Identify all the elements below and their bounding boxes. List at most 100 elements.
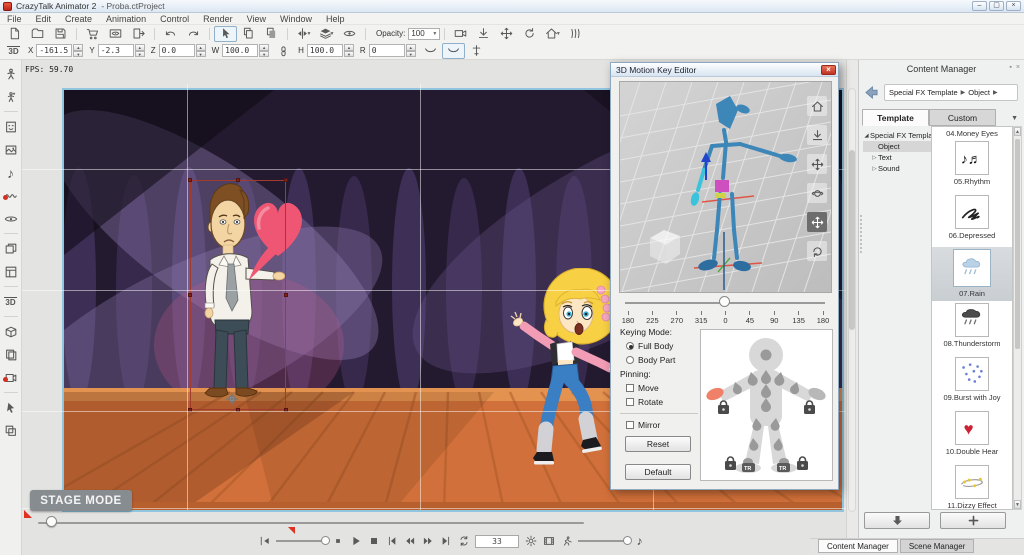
- sidebar-view-3d-button[interactable]: 3D: [2, 293, 20, 310]
- default-button[interactable]: Default: [625, 464, 691, 480]
- scroll-down-icon[interactable]: ▼: [1014, 500, 1021, 509]
- timeline-handle[interactable]: [46, 516, 57, 527]
- sidebar-motion-button[interactable]: [2, 88, 20, 105]
- sidebar-render-video-button[interactable]: [2, 369, 20, 386]
- tree-item-text[interactable]: ▷ Text: [863, 152, 931, 163]
- menu-view[interactable]: View: [240, 14, 273, 24]
- transform-x-field[interactable]: -161.5: [36, 44, 73, 57]
- tree-item-sound[interactable]: ▷ Sound: [863, 163, 931, 174]
- selection-handle[interactable]: [188, 178, 192, 182]
- anchor-down-button[interactable]: [472, 26, 495, 42]
- selection-handle[interactable]: [284, 293, 288, 297]
- skip-start-button[interactable]: [385, 534, 398, 548]
- breadcrumb-item[interactable]: Special FX Template: [889, 88, 958, 97]
- tab-template[interactable]: Template: [862, 109, 929, 126]
- curve-button[interactable]: [419, 43, 442, 59]
- spin-down-icon[interactable]: ▼: [195, 50, 206, 57]
- sidebar-face-button[interactable]: [2, 118, 20, 135]
- sidebar-composer-button[interactable]: [2, 263, 20, 280]
- download-button[interactable]: [864, 512, 930, 529]
- pin-panel-icon[interactable]: ▪: [1009, 64, 1011, 71]
- new-file-button[interactable]: [3, 26, 26, 42]
- viewport-rotate-ccw-button[interactable]: [807, 241, 827, 261]
- loop-button[interactable]: [457, 534, 470, 548]
- tree-item-object[interactable]: Object: [863, 141, 931, 152]
- item-thumbnail[interactable]: ♥: [955, 411, 989, 445]
- menu-file[interactable]: File: [0, 14, 29, 24]
- selection-handle[interactable]: [236, 178, 240, 182]
- cart-button[interactable]: [81, 26, 104, 42]
- menu-edit[interactable]: Edit: [29, 14, 59, 24]
- viewport-home-button[interactable]: [807, 96, 827, 116]
- sidebar-audio-record-button[interactable]: [2, 187, 20, 204]
- stage-preview-button[interactable]: [104, 26, 127, 42]
- motion-3d-viewport[interactable]: [619, 81, 832, 293]
- selection-handle[interactable]: [284, 408, 288, 412]
- transform-w-field[interactable]: 100.0: [222, 44, 259, 57]
- layers-button[interactable]: ▼: [315, 26, 338, 42]
- transform-z-field[interactable]: 0.0: [158, 44, 195, 57]
- sidebar-prop-button[interactable]: [2, 323, 20, 340]
- speed-slider-handle[interactable]: [321, 536, 330, 545]
- close-panel-icon[interactable]: ×: [1016, 64, 1020, 71]
- list-scrollbar[interactable]: ▲ ▼: [1013, 126, 1022, 510]
- undo-button[interactable]: [159, 26, 182, 42]
- spin-down-icon[interactable]: ▼: [134, 50, 145, 57]
- dialog-close-button[interactable]: ×: [821, 64, 836, 75]
- speed-slider[interactable]: [276, 536, 330, 545]
- camera-button[interactable]: [449, 26, 472, 42]
- link-scale-button[interactable]: [272, 43, 295, 59]
- play-button[interactable]: [349, 534, 362, 548]
- sidebar-duplicate-button[interactable]: [2, 422, 20, 439]
- checkbox-mirror[interactable]: Mirror: [620, 418, 700, 432]
- list-item-10-double-hear[interactable]: ♥ 10.Double Hear: [932, 409, 1012, 463]
- minimize-button[interactable]: –: [972, 1, 987, 11]
- timeline-track[interactable]: [38, 522, 584, 524]
- settings-button[interactable]: [524, 534, 537, 548]
- list-item-clipped[interactable]: 04.Money Eyes: [932, 127, 1012, 139]
- sidebar-image-button[interactable]: [2, 141, 20, 158]
- menu-control[interactable]: Control: [153, 14, 196, 24]
- list-item-11-dizzy-effect[interactable]: 11.Dizzy Effect: [932, 463, 1012, 509]
- bottom-tab-content-manager[interactable]: Content Manager: [818, 539, 898, 553]
- selection-handle[interactable]: [236, 408, 240, 412]
- item-thumbnail[interactable]: [955, 195, 989, 229]
- girl-character[interactable]: [500, 268, 618, 470]
- home-button[interactable]: ▼: [541, 26, 564, 42]
- paste-stack-button[interactable]: [260, 26, 283, 42]
- curtain-button[interactable]: [564, 26, 587, 42]
- menu-render[interactable]: Render: [196, 14, 240, 24]
- viewport-orbit-button[interactable]: [807, 183, 827, 203]
- list-item-08-thunderstorm[interactable]: 08.Thunderstorm: [932, 301, 1012, 355]
- volume-slider[interactable]: [578, 536, 632, 545]
- checkbox-move[interactable]: Move: [620, 381, 700, 395]
- item-thumbnail[interactable]: ♪♬: [955, 141, 989, 175]
- sidebar-actor-button[interactable]: [2, 65, 20, 82]
- workspace-scrollbar-thumb[interactable]: [849, 150, 855, 330]
- fast-forward-button[interactable]: [421, 534, 434, 548]
- motion-trail-button[interactable]: [560, 534, 573, 548]
- opacity-dropdown[interactable]: 100 ▼: [408, 27, 441, 40]
- menu-window[interactable]: Window: [273, 14, 319, 24]
- close-button[interactable]: ×: [1006, 1, 1021, 11]
- radio-body-part[interactable]: Body Part: [620, 353, 700, 367]
- list-item-07-rain[interactable]: 07.Rain: [932, 247, 1012, 301]
- reset-button[interactable]: Reset: [625, 436, 691, 452]
- selection-handle[interactable]: [188, 408, 192, 412]
- export-button[interactable]: [127, 26, 150, 42]
- viewport-anchor-down-button[interactable]: [807, 125, 827, 145]
- spin-down-icon[interactable]: ▼: [259, 50, 270, 57]
- breadcrumb-item[interactable]: Object: [968, 88, 990, 97]
- pivot-transform-button[interactable]: [465, 43, 488, 59]
- viewport-move-active-button[interactable]: [807, 212, 827, 232]
- viewport-move-button[interactable]: [807, 154, 827, 174]
- item-thumbnail[interactable]: [955, 465, 989, 499]
- selection-handle[interactable]: [188, 293, 192, 297]
- list-item-06-depressed[interactable]: 06.Depressed: [932, 193, 1012, 247]
- frame-number-field[interactable]: 33: [475, 534, 519, 548]
- copy-button[interactable]: [237, 26, 260, 42]
- menu-animation[interactable]: Animation: [99, 14, 153, 24]
- render-frame-button[interactable]: [542, 534, 555, 548]
- tree-item-special-fx-template[interactable]: ◢ Special FX Template: [863, 130, 938, 141]
- body-map-diagram[interactable]: TR TR: [701, 330, 832, 480]
